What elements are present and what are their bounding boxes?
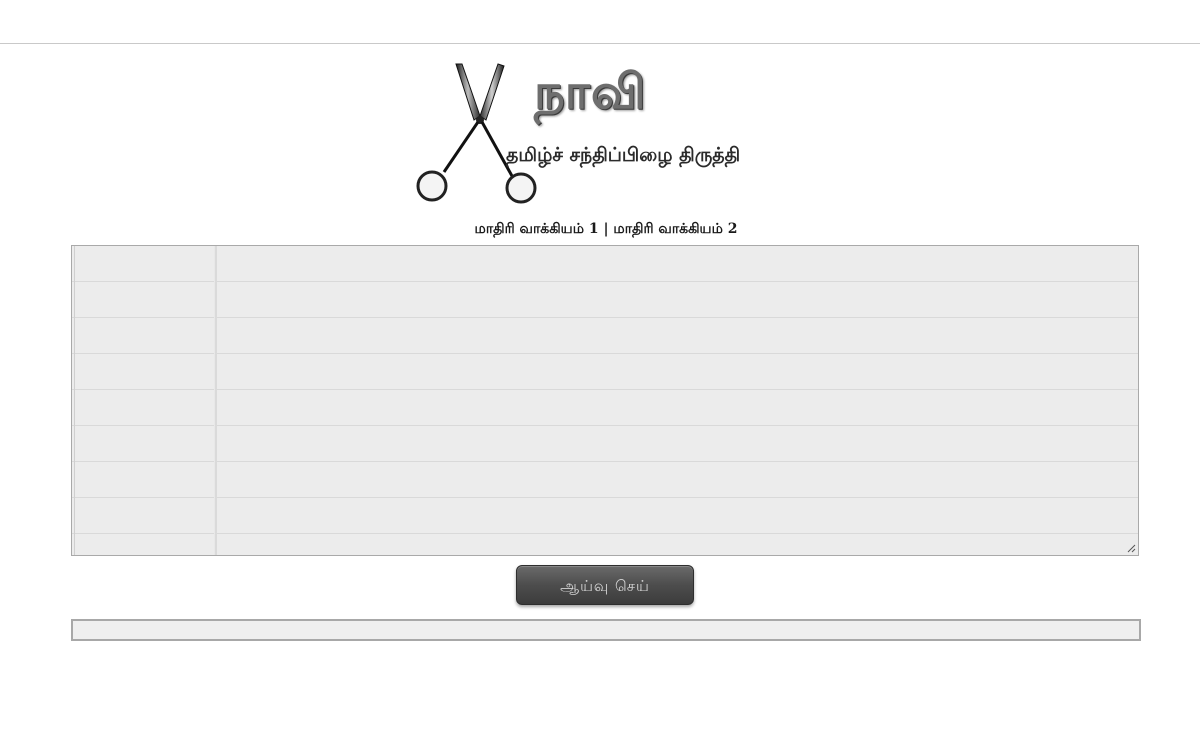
check-button[interactable]: ஆய்வு செய் [516,565,694,605]
page: நாவி தமிழ்ச் சந்திப்பிழை திருத்தி மாதிரி… [0,0,1200,750]
sample-sentence-2-link[interactable]: மாதிரி வாக்கியம் 2 [613,221,737,237]
logo: நாவி தமிழ்ச் சந்திப்பிழை திருத்தி [414,60,794,210]
scissors-icon [416,63,537,204]
sample-links: மாதிரி வாக்கியம் 1 | மாதிரி வாக்கியம் 2 [0,221,1200,239]
sample-sentence-1-link[interactable]: மாதிரி வாக்கியம் 1 [475,221,599,237]
result-box [71,619,1141,641]
text-editor [71,245,1139,556]
resize-grip-icon[interactable] [1126,543,1136,553]
top-divider [0,43,1200,44]
input-textarea[interactable] [72,246,1138,555]
logo-title: நாவி [534,64,647,120]
sample-separator: | [598,221,614,237]
logo-subtitle: தமிழ்ச் சந்திப்பிழை திருத்தி [506,144,741,166]
